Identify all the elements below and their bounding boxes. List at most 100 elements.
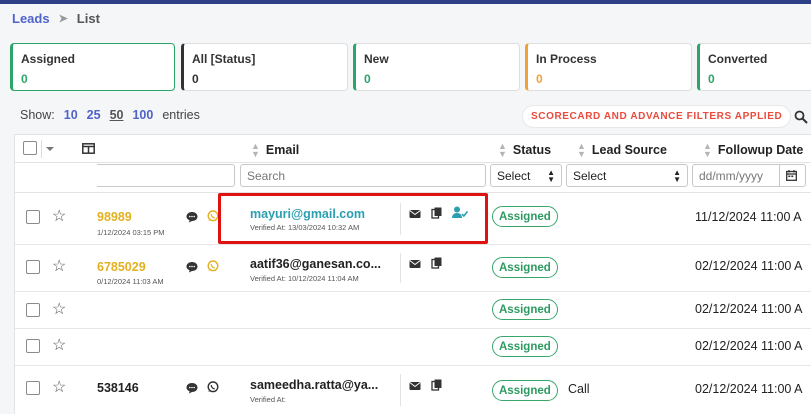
mail-icon[interactable] bbox=[409, 258, 421, 270]
header-email[interactable]: ▲ ▼ Email bbox=[251, 141, 300, 159]
card-count: 0 bbox=[536, 72, 543, 86]
followup-date: 11/12/2024 11:00 A bbox=[695, 210, 802, 224]
email-search-input[interactable]: Search bbox=[240, 164, 486, 187]
columns-icon[interactable] bbox=[82, 143, 95, 154]
card-count: 0 bbox=[364, 72, 371, 86]
table-header: ▲ ▼ Email ▲ ▼ Status ▲ ▼ Lead Source ▲ ▼ Followu… bbox=[15, 134, 811, 163]
row-checkbox[interactable] bbox=[26, 260, 40, 274]
entries-label: entries bbox=[162, 108, 200, 122]
search-icon[interactable] bbox=[794, 110, 808, 124]
table-row[interactable]: ☆ 538146 sameedha.ratta@ya... Verified A… bbox=[15, 366, 811, 414]
table-row[interactable]: ☆ Assigned 02/12/2024 11:00 A bbox=[15, 292, 811, 329]
phone-number[interactable]: 6785029 bbox=[97, 260, 146, 274]
whatsapp-icon[interactable] bbox=[207, 260, 219, 272]
card-title: In Process bbox=[536, 52, 597, 66]
table-row[interactable]: ☆ Assigned 02/12/2024 11:00 A bbox=[15, 329, 811, 366]
show-option-10[interactable]: 10 bbox=[64, 108, 78, 122]
header-followup-date[interactable]: ▲ ▼ Followup Date bbox=[703, 141, 804, 159]
card-title: Assigned bbox=[21, 52, 76, 66]
chat-icon[interactable] bbox=[186, 261, 198, 273]
header-lead-source[interactable]: ▲ ▼ Lead Source bbox=[577, 141, 667, 159]
header-followup-date-label: Followup Date bbox=[717, 143, 804, 157]
sort-icon: ▲ ▼ bbox=[703, 141, 712, 159]
card-count: 0 bbox=[21, 72, 28, 86]
email-address[interactable]: aatif36@ganesan.co... bbox=[250, 257, 381, 271]
table-row[interactable]: ☆ 6785029 0/12/2024 11:03 AM aatif36@gan… bbox=[15, 245, 811, 292]
show-option-25[interactable]: 25 bbox=[87, 108, 101, 122]
filter-row: Search Select ▲ ▼ Select ▲ ▼ dd/mm/yyyy bbox=[15, 163, 811, 193]
phone-date: 0/12/2024 11:03 AM bbox=[97, 277, 164, 286]
star-icon[interactable]: ☆ bbox=[52, 256, 66, 276]
leads-table: ▲ ▼ Email ▲ ▼ Status ▲ ▼ Lead Source ▲ ▼ Followu… bbox=[14, 134, 811, 414]
breadcrumb-leads[interactable]: Leads bbox=[12, 11, 50, 26]
filters-applied-badge[interactable]: SCORECARD AND ADVANCE FILTERS APPLIED bbox=[522, 105, 792, 128]
date-placeholder: dd/mm/yyyy bbox=[699, 168, 764, 183]
row-checkbox[interactable] bbox=[26, 210, 40, 224]
highlight-box bbox=[218, 193, 488, 244]
phone-number[interactable]: 538146 bbox=[97, 381, 139, 395]
breadcrumb-separator-icon: ➤ bbox=[58, 13, 68, 25]
calendar-icon[interactable] bbox=[786, 170, 797, 181]
status-badge: Assigned bbox=[492, 336, 558, 357]
sort-icon: ▲ ▼ bbox=[577, 141, 586, 159]
lead-source-filter-select[interactable]: Select ▲ ▼ bbox=[566, 164, 688, 187]
star-icon[interactable]: ☆ bbox=[52, 299, 66, 319]
row-checkbox[interactable] bbox=[26, 381, 40, 395]
phone-number[interactable]: 98989 bbox=[97, 210, 132, 224]
show-label: Show: bbox=[20, 108, 55, 122]
header-lead-source-label: Lead Source bbox=[591, 143, 667, 157]
followup-date: 02/12/2024 11:00 A bbox=[695, 382, 803, 396]
copy-icon[interactable] bbox=[431, 257, 443, 269]
card-title: New bbox=[364, 52, 389, 66]
copy-icon[interactable] bbox=[431, 379, 443, 391]
star-icon[interactable]: ☆ bbox=[52, 335, 66, 355]
email-verified: Verified At: bbox=[250, 395, 286, 404]
star-icon[interactable]: ☆ bbox=[52, 206, 66, 226]
status-badge: Assigned bbox=[492, 299, 558, 320]
card-assigned[interactable]: Assigned 0 bbox=[10, 43, 175, 91]
mail-icon[interactable] bbox=[409, 380, 421, 392]
followup-date: 02/12/2024 11:00 A bbox=[695, 339, 803, 353]
select-arrows-icon: ▲ ▼ bbox=[547, 167, 555, 184]
card-count: 0 bbox=[708, 72, 715, 86]
lead-source: Call bbox=[568, 382, 590, 396]
whatsapp-icon[interactable] bbox=[207, 381, 219, 393]
caret-down-icon[interactable] bbox=[45, 146, 55, 152]
card-in-process[interactable]: In Process 0 bbox=[525, 43, 692, 91]
star-icon[interactable]: ☆ bbox=[52, 377, 66, 397]
followup-date-input[interactable]: dd/mm/yyyy bbox=[692, 164, 806, 187]
sort-icon: ▲ ▼ bbox=[251, 141, 260, 159]
phone-date: 1/12/2024 03:15 PM bbox=[97, 228, 165, 237]
followup-date: 02/12/2024 11:00 A bbox=[695, 302, 803, 316]
phone-filter-input[interactable] bbox=[97, 164, 235, 187]
chat-icon[interactable] bbox=[186, 211, 198, 223]
row-checkbox[interactable] bbox=[26, 339, 40, 353]
chat-icon[interactable] bbox=[186, 382, 198, 394]
card-count: 0 bbox=[192, 72, 199, 86]
email-verified: Verified At: 10/12/2024 11:04 AM bbox=[250, 274, 359, 283]
card-converted[interactable]: Converted 0 bbox=[697, 43, 811, 91]
card-new[interactable]: New 0 bbox=[353, 43, 520, 91]
header-email-label: Email bbox=[265, 143, 300, 157]
top-bar bbox=[0, 0, 811, 4]
show-option-100[interactable]: 100 bbox=[132, 108, 153, 122]
row-checkbox[interactable] bbox=[26, 303, 40, 317]
card-title: All [Status] bbox=[192, 52, 256, 66]
header-status[interactable]: ▲ ▼ Status bbox=[498, 142, 552, 159]
card-title: Converted bbox=[708, 52, 768, 66]
followup-date: 02/12/2024 11:00 A bbox=[695, 259, 803, 273]
source-select-value: Select bbox=[573, 168, 607, 183]
header-status-label: Status bbox=[512, 143, 552, 157]
show-option-50[interactable]: 50 bbox=[110, 108, 124, 122]
select-all-checkbox[interactable] bbox=[23, 141, 37, 155]
card-all-status[interactable]: All [Status] 0 bbox=[181, 43, 348, 91]
status-filter-select[interactable]: Select ▲ ▼ bbox=[490, 164, 562, 187]
status-badge: Assigned bbox=[492, 257, 558, 278]
status-select-value: Select bbox=[497, 168, 531, 183]
status-badge: Assigned bbox=[492, 206, 558, 227]
show-entries: Show: 10 25 50 100 entries bbox=[20, 108, 200, 122]
email-address[interactable]: sameedha.ratta@ya... bbox=[250, 378, 378, 392]
select-arrows-icon: ▲ ▼ bbox=[673, 167, 681, 184]
breadcrumb-current: List bbox=[76, 11, 100, 26]
breadcrumb: Leads ➤ List bbox=[12, 11, 100, 26]
